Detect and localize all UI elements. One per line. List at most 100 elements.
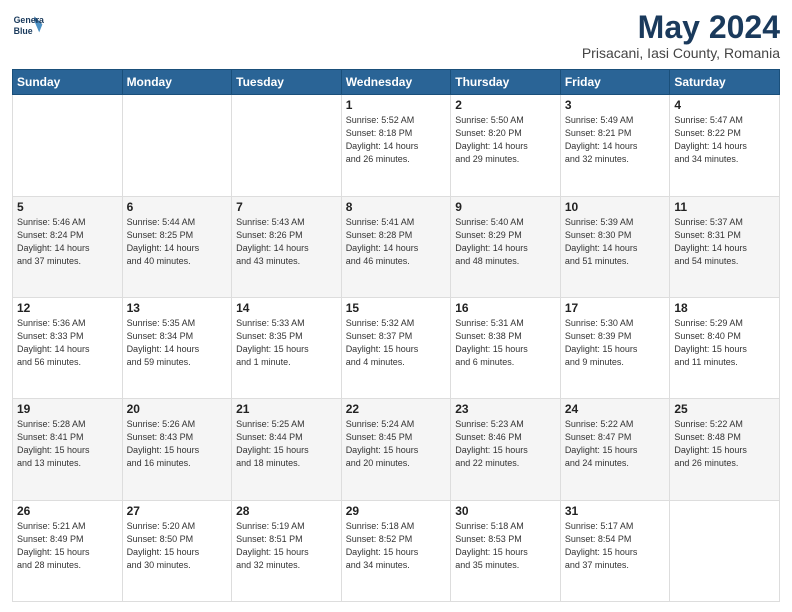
day-number: 31 <box>565 504 666 518</box>
table-row: 10 Sunrise: 5:39 AM Sunset: 8:30 PM Dayli… <box>560 196 670 297</box>
day-number: 20 <box>127 402 228 416</box>
svg-text:Blue: Blue <box>14 26 33 36</box>
day-info: Sunrise: 5:35 AM Sunset: 8:34 PM Dayligh… <box>127 317 228 369</box>
day-info: Sunrise: 5:29 AM Sunset: 8:40 PM Dayligh… <box>674 317 775 369</box>
day-number: 1 <box>346 98 447 112</box>
table-row: 11Sunrise: 5:37 AM Sunset: 8:31 PM Dayli… <box>670 196 780 297</box>
table-row: 17 Sunrise: 5:30 AM Sunset: 8:39 PM Dayli… <box>560 297 670 398</box>
day-number: 7 <box>236 200 337 214</box>
day-info: Sunrise: 5:18 AM Sunset: 8:52 PM Dayligh… <box>346 520 447 572</box>
day-info: Sunrise: 5:49 AM Sunset: 8:21 PM Dayligh… <box>565 114 666 166</box>
col-header-saturday: Saturday <box>670 70 780 95</box>
day-info: Sunrise: 5:46 AM Sunset: 8:24 PM Dayligh… <box>17 216 118 268</box>
table-row: 20 Sunrise: 5:26 AM Sunset: 8:43 PM Dayli… <box>122 399 232 500</box>
day-info: Sunrise: 5:28 AM Sunset: 8:41 PM Dayligh… <box>17 418 118 470</box>
table-row: 21 Sunrise: 5:25 AM Sunset: 8:44 PM Dayli… <box>232 399 342 500</box>
col-header-monday: Monday <box>122 70 232 95</box>
day-number: 4 <box>674 98 775 112</box>
day-info: Sunrise: 5:23 AM Sunset: 8:46 PM Dayligh… <box>455 418 556 470</box>
table-row: 5 Sunrise: 5:46 AM Sunset: 8:24 PM Daylig… <box>13 196 123 297</box>
day-number: 10 <box>565 200 666 214</box>
subtitle: Prisacani, Iasi County, Romania <box>582 45 780 61</box>
table-row <box>13 95 123 196</box>
col-header-tuesday: Tuesday <box>232 70 342 95</box>
calendar-table: Sunday Monday Tuesday Wednesday Thursday… <box>12 69 780 602</box>
table-row: 26 Sunrise: 5:21 AM Sunset: 8:49 PM Dayli… <box>13 500 123 601</box>
col-header-thursday: Thursday <box>451 70 561 95</box>
table-row: 29 Sunrise: 5:18 AM Sunset: 8:52 PM Dayli… <box>341 500 451 601</box>
table-row: 22Sunrise: 5:24 AM Sunset: 8:45 PM Dayli… <box>341 399 451 500</box>
table-row <box>122 95 232 196</box>
col-header-sunday: Sunday <box>13 70 123 95</box>
table-row: 2 Sunrise: 5:50 AM Sunset: 8:20 PM Daylig… <box>451 95 561 196</box>
day-info: Sunrise: 5:19 AM Sunset: 8:51 PM Dayligh… <box>236 520 337 572</box>
table-row: 16 Sunrise: 5:31 AM Sunset: 8:38 PM Dayli… <box>451 297 561 398</box>
day-number: 18 <box>674 301 775 315</box>
logo: General Blue <box>12 10 44 42</box>
table-row: 9 Sunrise: 5:40 AM Sunset: 8:29 PM Daylig… <box>451 196 561 297</box>
calendar-week-5: 26 Sunrise: 5:21 AM Sunset: 8:49 PM Dayli… <box>13 500 780 601</box>
day-number: 19 <box>17 402 118 416</box>
table-row: 15Sunrise: 5:32 AM Sunset: 8:37 PM Dayli… <box>341 297 451 398</box>
day-number: 25 <box>674 402 775 416</box>
day-info: Sunrise: 5:30 AM Sunset: 8:39 PM Dayligh… <box>565 317 666 369</box>
day-info: Sunrise: 5:24 AM Sunset: 8:45 PM Dayligh… <box>346 418 447 470</box>
day-info: Sunrise: 5:25 AM Sunset: 8:44 PM Dayligh… <box>236 418 337 470</box>
day-info: Sunrise: 5:40 AM Sunset: 8:29 PM Dayligh… <box>455 216 556 268</box>
day-info: Sunrise: 5:20 AM Sunset: 8:50 PM Dayligh… <box>127 520 228 572</box>
day-number: 9 <box>455 200 556 214</box>
col-header-wednesday: Wednesday <box>341 70 451 95</box>
day-number: 28 <box>236 504 337 518</box>
day-number: 3 <box>565 98 666 112</box>
day-number: 30 <box>455 504 556 518</box>
table-row: 24Sunrise: 5:22 AM Sunset: 8:47 PM Dayli… <box>560 399 670 500</box>
day-info: Sunrise: 5:26 AM Sunset: 8:43 PM Dayligh… <box>127 418 228 470</box>
day-number: 15 <box>346 301 447 315</box>
day-number: 17 <box>565 301 666 315</box>
table-row: 4 Sunrise: 5:47 AM Sunset: 8:22 PM Daylig… <box>670 95 780 196</box>
table-row: 14 Sunrise: 5:33 AM Sunset: 8:35 PM Dayli… <box>232 297 342 398</box>
title-block: May 2024 Prisacani, Iasi County, Romania <box>582 10 780 61</box>
day-info: Sunrise: 5:31 AM Sunset: 8:38 PM Dayligh… <box>455 317 556 369</box>
day-info: Sunrise: 5:47 AM Sunset: 8:22 PM Dayligh… <box>674 114 775 166</box>
day-number: 16 <box>455 301 556 315</box>
calendar-week-2: 5 Sunrise: 5:46 AM Sunset: 8:24 PM Daylig… <box>13 196 780 297</box>
col-header-friday: Friday <box>560 70 670 95</box>
day-number: 2 <box>455 98 556 112</box>
table-row: 30Sunrise: 5:18 AM Sunset: 8:53 PM Dayli… <box>451 500 561 601</box>
table-row <box>670 500 780 601</box>
table-row <box>232 95 342 196</box>
table-row: 3 Sunrise: 5:49 AM Sunset: 8:21 PM Daylig… <box>560 95 670 196</box>
day-info: Sunrise: 5:43 AM Sunset: 8:26 PM Dayligh… <box>236 216 337 268</box>
day-number: 29 <box>346 504 447 518</box>
day-number: 8 <box>346 200 447 214</box>
table-row: 19 Sunrise: 5:28 AM Sunset: 8:41 PM Dayli… <box>13 399 123 500</box>
day-info: Sunrise: 5:50 AM Sunset: 8:20 PM Dayligh… <box>455 114 556 166</box>
table-row: 25 Sunrise: 5:22 AM Sunset: 8:48 PM Dayli… <box>670 399 780 500</box>
day-info: Sunrise: 5:52 AM Sunset: 8:18 PM Dayligh… <box>346 114 447 166</box>
day-info: Sunrise: 5:21 AM Sunset: 8:49 PM Dayligh… <box>17 520 118 572</box>
day-info: Sunrise: 5:33 AM Sunset: 8:35 PM Dayligh… <box>236 317 337 369</box>
table-row: 31Sunrise: 5:17 AM Sunset: 8:54 PM Dayli… <box>560 500 670 601</box>
day-info: Sunrise: 5:37 AM Sunset: 8:31 PM Dayligh… <box>674 216 775 268</box>
day-number: 27 <box>127 504 228 518</box>
day-info: Sunrise: 5:44 AM Sunset: 8:25 PM Dayligh… <box>127 216 228 268</box>
day-number: 24 <box>565 402 666 416</box>
day-info: Sunrise: 5:39 AM Sunset: 8:30 PM Dayligh… <box>565 216 666 268</box>
day-number: 14 <box>236 301 337 315</box>
calendar-header-row: Sunday Monday Tuesday Wednesday Thursday… <box>13 70 780 95</box>
table-row: 27 Sunrise: 5:20 AM Sunset: 8:50 PM Dayli… <box>122 500 232 601</box>
day-number: 23 <box>455 402 556 416</box>
table-row: 23 Sunrise: 5:23 AM Sunset: 8:46 PM Dayli… <box>451 399 561 500</box>
day-number: 5 <box>17 200 118 214</box>
day-info: Sunrise: 5:22 AM Sunset: 8:48 PM Dayligh… <box>674 418 775 470</box>
table-row: 7 Sunrise: 5:43 AM Sunset: 8:26 PM Daylig… <box>232 196 342 297</box>
day-number: 21 <box>236 402 337 416</box>
table-row: 13Sunrise: 5:35 AM Sunset: 8:34 PM Dayli… <box>122 297 232 398</box>
page: General Blue May 2024 Prisacani, Iasi Co… <box>0 0 792 612</box>
header: General Blue May 2024 Prisacani, Iasi Co… <box>12 10 780 61</box>
day-number: 12 <box>17 301 118 315</box>
table-row: 8Sunrise: 5:41 AM Sunset: 8:28 PM Daylig… <box>341 196 451 297</box>
day-number: 26 <box>17 504 118 518</box>
main-title: May 2024 <box>582 10 780 45</box>
